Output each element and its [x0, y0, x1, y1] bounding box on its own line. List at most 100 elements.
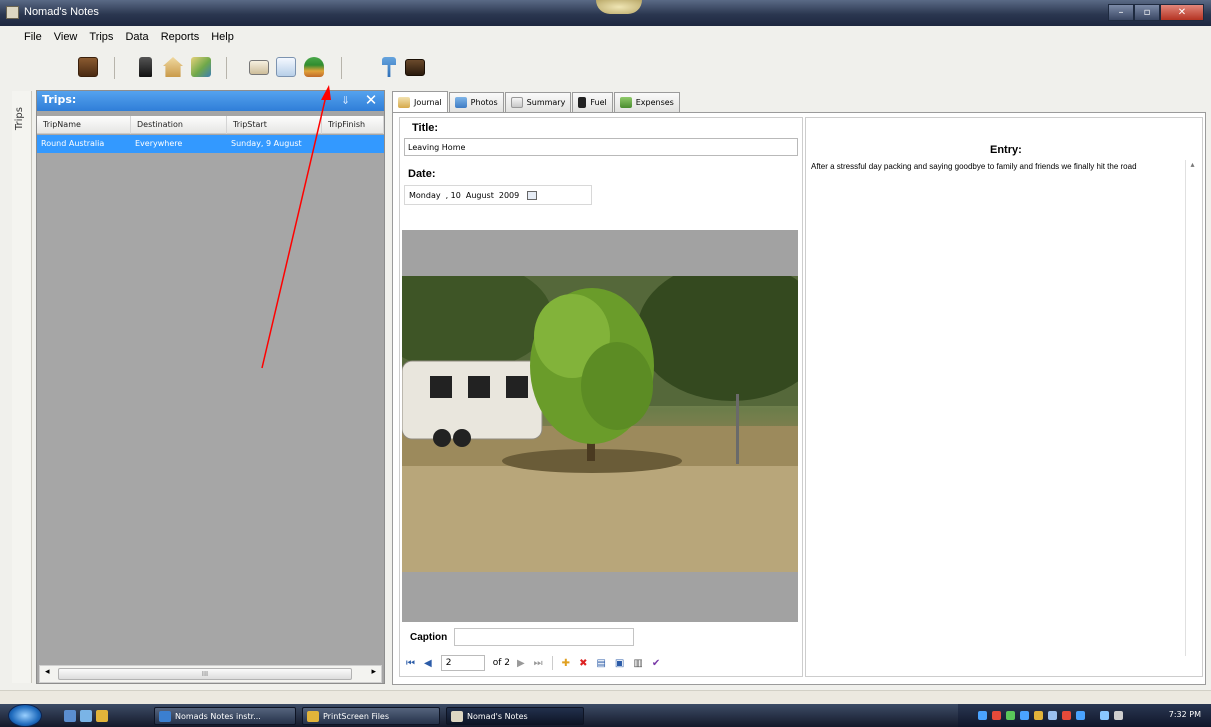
fuel-toolbar-button[interactable]: [134, 56, 156, 78]
chart-toolbar-button[interactable]: [275, 56, 297, 78]
signpost-toolbar-button[interactable]: [378, 56, 400, 78]
title-field[interactable]: Leaving Home: [404, 138, 798, 156]
signpost-icon: [382, 57, 396, 77]
taskbar-label: Nomads Notes instr...: [175, 712, 261, 721]
menu-reports[interactable]: Reports: [155, 28, 206, 48]
app-window: Nomad's Notes – ▫ ✕ File View Trips Data…: [0, 0, 1211, 704]
table-row[interactable]: Round Australia Everywhere Sunday, 9 Aug…: [37, 135, 384, 153]
tray-icon[interactable]: [1062, 711, 1071, 720]
scroll-left-icon[interactable]: ◂: [45, 667, 50, 677]
suitcase-toolbar-button[interactable]: [404, 56, 426, 78]
next-record-icon[interactable]: ▶: [517, 658, 525, 669]
date-year: 2009: [498, 191, 520, 200]
trips-toolbar-button[interactable]: [77, 56, 99, 78]
system-tray: 7:32 PM: [958, 704, 1211, 727]
photo-scene: [402, 276, 798, 572]
network-icon[interactable]: [1100, 711, 1109, 720]
entry-textarea[interactable]: After a stressful day packing and saying…: [808, 160, 1186, 654]
tab-strip: Journal Photos Summary Fuel Expenses: [392, 91, 681, 112]
entry-pane: Entry: After a stressful day packing and…: [805, 117, 1203, 677]
date-picker[interactable]: Monday , 10 August 2009: [404, 185, 592, 205]
scroll-right-icon[interactable]: ▸: [371, 667, 376, 677]
title-bar[interactable]: Nomad's Notes – ▫ ✕: [0, 0, 1211, 26]
save-record-icon[interactable]: ▣: [615, 658, 624, 669]
trip-name-cell: Round Australia: [41, 139, 105, 148]
trips-side-tab[interactable]: Trips: [12, 91, 32, 683]
menu-trips[interactable]: Trips: [83, 28, 119, 48]
menu-file[interactable]: File: [0, 28, 48, 48]
tab-expenses[interactable]: Expenses: [613, 92, 680, 112]
map-toolbar-button[interactable]: [190, 56, 212, 78]
taskbar-item[interactable]: Nomads Notes instr...: [154, 707, 296, 725]
start-button[interactable]: [8, 704, 42, 727]
tab-photos[interactable]: Photos: [448, 92, 504, 112]
caravan-toolbar-button[interactable]: [248, 56, 270, 78]
scroll-up-icon[interactable]: ▴: [1190, 160, 1194, 169]
calendar-dropdown-icon[interactable]: [527, 191, 538, 200]
scroll-thumb[interactable]: III: [58, 668, 352, 680]
journal-content: Title: Leaving Home Date: Monday , 10 Au…: [392, 112, 1206, 685]
menu-view[interactable]: View: [48, 28, 84, 48]
pin-icon[interactable]: ⇓: [341, 94, 350, 107]
last-record-icon[interactable]: ⏭: [534, 658, 543, 669]
title-label: Title:: [412, 122, 439, 134]
tray-icon[interactable]: [1076, 711, 1085, 720]
folder-icon: [307, 711, 319, 722]
window-buttons: – ▫ ✕: [1108, 4, 1204, 21]
side-tab-label: Trips: [14, 107, 25, 131]
summary-toolbar-button[interactable]: [303, 56, 325, 78]
toolbar-separator: [114, 57, 115, 79]
title-orb: [596, 0, 642, 14]
tab-label: Expenses: [635, 98, 674, 107]
column-header[interactable]: TripFinish: [322, 116, 384, 134]
trips-panel-header: Trips: ⇓ ✕: [37, 91, 384, 111]
edit-record-icon[interactable]: ▤: [596, 658, 605, 669]
journal-photo: [402, 276, 798, 572]
fuel-pump-icon: [578, 97, 587, 108]
tray-icon[interactable]: [1034, 711, 1043, 720]
taskbar-item[interactable]: Nomad's Notes: [446, 707, 584, 725]
toolbar-separator: [226, 57, 227, 79]
home-toolbar-button[interactable]: [162, 56, 184, 78]
position-field[interactable]: 2: [440, 655, 485, 671]
add-record-icon[interactable]: ✚: [562, 658, 570, 669]
first-record-icon[interactable]: ⏮: [406, 658, 415, 669]
tray-icon[interactable]: [1020, 711, 1029, 720]
spellcheck-icon[interactable]: ✔: [652, 658, 660, 669]
taskbar-item[interactable]: PrintScreen Files: [302, 707, 440, 725]
column-header[interactable]: TripStart: [227, 116, 322, 134]
minimize-button[interactable]: –: [1108, 4, 1134, 21]
print-icon[interactable]: ▥: [633, 658, 642, 669]
previous-record-icon[interactable]: ◀: [424, 658, 432, 669]
maximize-button[interactable]: ▫: [1134, 4, 1160, 21]
tray-icon[interactable]: [978, 711, 987, 720]
tray-icon[interactable]: [992, 711, 1001, 720]
caravan-icon: [249, 60, 269, 75]
column-header[interactable]: TripName: [37, 116, 131, 134]
tray-icon[interactable]: [1006, 711, 1015, 720]
column-header[interactable]: Destination: [131, 116, 227, 134]
close-panel-icon[interactable]: ✕: [361, 91, 381, 110]
menu-help[interactable]: Help: [205, 28, 240, 48]
quicklaunch-icon[interactable]: [64, 710, 76, 722]
caption-field[interactable]: [454, 628, 634, 646]
briefcase-icon: [78, 57, 98, 77]
tab-summary[interactable]: Summary: [504, 92, 572, 112]
tab-journal[interactable]: Journal: [392, 91, 448, 112]
tab-fuel[interactable]: Fuel: [572, 92, 613, 112]
volume-icon[interactable]: [1114, 711, 1123, 720]
vertical-scrollbar[interactable]: ▴: [1185, 160, 1199, 656]
delete-record-icon[interactable]: ✖: [579, 658, 587, 669]
menu-data[interactable]: Data: [119, 28, 154, 48]
photos-icon: [454, 97, 467, 108]
horizontal-scrollbar[interactable]: ◂ III ▸: [39, 665, 382, 683]
browser-icon: [159, 711, 171, 722]
quicklaunch-icon[interactable]: [96, 710, 108, 722]
window-title: Nomad's Notes: [24, 6, 99, 18]
trip-start-cell: Sunday, 9 August: [231, 139, 302, 148]
close-button[interactable]: ✕: [1160, 4, 1204, 21]
clock[interactable]: 7:32 PM: [1169, 710, 1201, 719]
menu-bar: File View Trips Data Reports Help: [0, 28, 1211, 48]
quicklaunch-icon[interactable]: [80, 710, 92, 722]
tray-icon[interactable]: [1048, 711, 1057, 720]
